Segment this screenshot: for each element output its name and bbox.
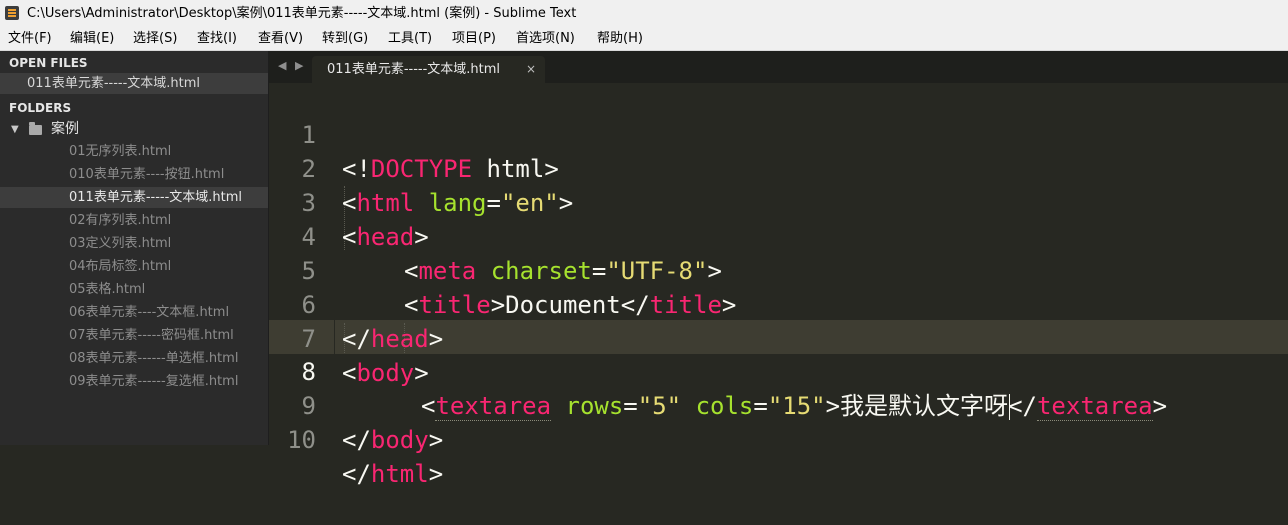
menu-view[interactable]: 查看(V): [258, 27, 303, 50]
sidebar-file-item-active[interactable]: 011表单元素-----文本域.html: [0, 187, 268, 208]
menu-tools[interactable]: 工具(T): [388, 27, 432, 50]
file-label: 010表单元素----按钮.html: [69, 167, 225, 182]
file-label: 09表单元素------复选框.html: [69, 374, 239, 389]
sublime-app-icon: [5, 6, 19, 20]
folders-title: FOLDERS: [9, 101, 72, 115]
menu-selection[interactable]: 选择(S): [133, 27, 177, 50]
tab-nav-left-icon[interactable]: ◀: [278, 59, 286, 72]
title-bar: C:\Users\Administrator\Desktop\案例\011表单元…: [0, 0, 1288, 27]
close-icon[interactable]: ×: [526, 56, 536, 83]
folder-label: 案例: [51, 121, 79, 137]
menu-goto[interactable]: 转到(G): [322, 27, 368, 50]
code-line: 3 <head>: [269, 152, 1288, 251]
menu-preferences[interactable]: 首选项(N): [516, 27, 575, 50]
menu-project[interactable]: 项目(P): [452, 27, 496, 50]
code-line: 5 <title>Document</title>: [269, 220, 1288, 319]
file-label: 07表单元素-----密码框.html: [69, 328, 234, 343]
file-label: 05表格.html: [69, 282, 146, 297]
code-text: </html>: [342, 460, 444, 488]
sidebar-file-item[interactable]: 01无序列表.html: [0, 141, 268, 162]
code-line: 2 <html lang="en">: [269, 118, 1288, 217]
code-line: 6 </head>: [269, 254, 1288, 353]
code-text: </body>: [342, 426, 444, 454]
file-label: 011表单元素-----文本域.html: [69, 190, 243, 205]
sidebar: OPEN FILES 011表单元素-----文本域.html FOLDERS …: [0, 51, 269, 445]
open-file-label: 011表单元素-----文本域.html: [27, 76, 201, 91]
code-line: 7 <body>: [269, 288, 1288, 387]
menu-edit[interactable]: 编辑(E): [70, 27, 114, 50]
sidebar-file-item[interactable]: 03定义列表.html: [0, 233, 268, 254]
menu-bar: 文件(F) 编辑(E) 选择(S) 查找(I) 查看(V) 转到(G) 工具(T…: [0, 27, 1288, 51]
tab-active-file[interactable]: 011表单元素-----文本域.html ×: [312, 56, 545, 83]
menu-file[interactable]: 文件(F): [8, 27, 52, 50]
tab-nav-right-icon[interactable]: ▶: [295, 59, 303, 72]
code-line-current: 8 <textarea rows="5" cols="15">我是默认文字呀</…: [269, 321, 1288, 421]
tab-label: 011表单元素-----文本域.html: [327, 62, 501, 77]
code-editor[interactable]: 1 <!DOCTYPE html> 2 <html lang="en"> 3 <…: [269, 83, 1288, 488]
file-label: 04布局标签.html: [69, 259, 172, 274]
open-file-item[interactable]: 011表单元素-----文本域.html: [0, 73, 268, 94]
tab-bar: ◀ ▶ 011表单元素-----文本域.html ×: [269, 51, 1288, 83]
chevron-down-icon[interactable]: ▼: [11, 119, 19, 140]
file-label: 03定义列表.html: [69, 236, 172, 251]
file-label: 02有序列表.html: [69, 213, 172, 228]
file-label: 06表单元素----文本框.html: [69, 305, 230, 320]
code-line: 4 <meta charset="UTF-8">: [269, 186, 1288, 285]
code-line: 10 </html>: [269, 389, 1288, 488]
sidebar-file-item[interactable]: 05表格.html: [0, 279, 268, 300]
folder-icon: [29, 122, 42, 135]
line-number: 10: [287, 426, 316, 454]
code-line: 9 </body>: [269, 355, 1288, 454]
code-line: 1 <!DOCTYPE html>: [269, 84, 1288, 183]
sidebar-file-item[interactable]: 010表单元素----按钮.html: [0, 164, 268, 185]
sidebar-file-item[interactable]: 09表单元素------复选框.html: [0, 371, 268, 392]
sidebar-file-item[interactable]: 02有序列表.html: [0, 210, 268, 231]
sidebar-file-item[interactable]: 07表单元素-----密码框.html: [0, 325, 268, 346]
open-files-title: OPEN FILES: [9, 56, 88, 70]
menu-find[interactable]: 查找(I): [197, 27, 237, 50]
menu-help[interactable]: 帮助(H): [597, 27, 643, 50]
sidebar-file-item[interactable]: 06表单元素----文本框.html: [0, 302, 268, 323]
folder-case[interactable]: ▼ 案例: [0, 119, 268, 140]
file-label: 01无序列表.html: [69, 144, 172, 159]
sidebar-file-item[interactable]: 08表单元素------单选框.html: [0, 348, 268, 369]
file-label: 08表单元素------单选框.html: [69, 351, 239, 366]
sidebar-file-item[interactable]: 04布局标签.html: [0, 256, 268, 277]
window-title: C:\Users\Administrator\Desktop\案例\011表单元…: [27, 6, 577, 21]
